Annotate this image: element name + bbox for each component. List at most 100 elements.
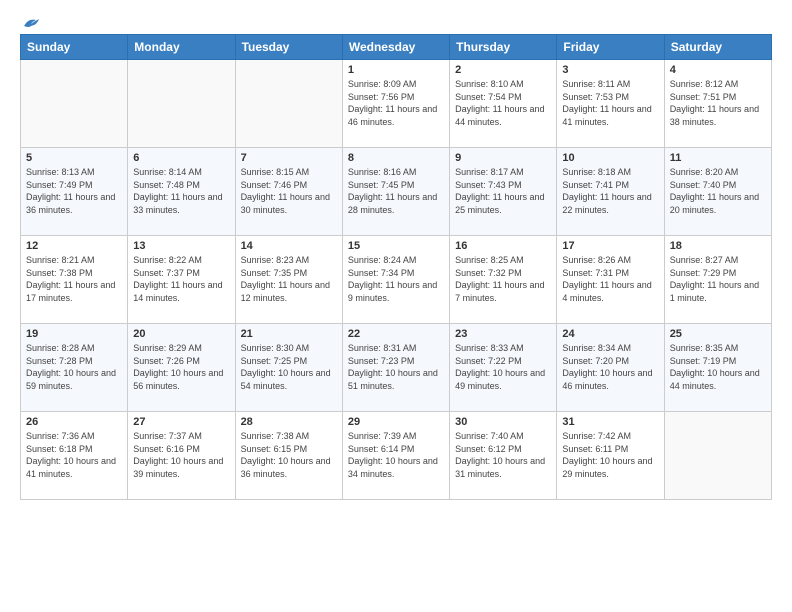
day-info: Sunrise: 8:29 AM Sunset: 7:26 PM Dayligh… (133, 342, 229, 392)
calendar-cell: 12 Sunrise: 8:21 AM Sunset: 7:38 PM Dayli… (21, 236, 128, 324)
day-info: Sunrise: 8:13 AM Sunset: 7:49 PM Dayligh… (26, 166, 122, 216)
day-number: 24 (562, 328, 658, 340)
day-number: 25 (670, 328, 766, 340)
day-info: Sunrise: 7:37 AM Sunset: 6:16 PM Dayligh… (133, 430, 229, 480)
day-info: Sunrise: 7:42 AM Sunset: 6:11 PM Dayligh… (562, 430, 658, 480)
day-number: 8 (348, 152, 444, 164)
day-number: 23 (455, 328, 551, 340)
day-number: 4 (670, 64, 766, 76)
calendar-cell: 24 Sunrise: 8:34 AM Sunset: 7:20 PM Dayli… (557, 324, 664, 412)
day-info: Sunrise: 8:30 AM Sunset: 7:25 PM Dayligh… (241, 342, 337, 392)
day-info: Sunrise: 8:28 AM Sunset: 7:28 PM Dayligh… (26, 342, 122, 392)
week-row-5: 26Sunrise: 7:36 AM Sunset: 6:18 PM Dayli… (21, 412, 772, 500)
day-info: Sunrise: 8:21 AM Sunset: 7:38 PM Dayligh… (26, 254, 122, 304)
day-number: 13 (133, 240, 229, 252)
calendar-cell: 18 Sunrise: 8:27 AM Sunset: 7:29 PM Dayli… (664, 236, 771, 324)
calendar-cell: 4 Sunrise: 8:12 AM Sunset: 7:51 PM Daylig… (664, 60, 771, 148)
day-number: 12 (26, 240, 122, 252)
weekday-header-saturday: Saturday (664, 35, 771, 60)
day-number: 14 (241, 240, 337, 252)
calendar-cell (128, 60, 235, 148)
day-info: Sunrise: 8:15 AM Sunset: 7:46 PM Dayligh… (241, 166, 337, 216)
calendar-cell: 2 Sunrise: 8:10 AM Sunset: 7:54 PM Daylig… (450, 60, 557, 148)
day-number: 21 (241, 328, 337, 340)
calendar-cell: 29Sunrise: 7:39 AM Sunset: 6:14 PM Dayli… (342, 412, 449, 500)
header (20, 16, 772, 28)
day-number: 6 (133, 152, 229, 164)
calendar-cell (235, 60, 342, 148)
day-info: Sunrise: 8:26 AM Sunset: 7:31 PM Dayligh… (562, 254, 658, 304)
weekday-header-wednesday: Wednesday (342, 35, 449, 60)
calendar-cell (21, 60, 128, 148)
day-number: 19 (26, 328, 122, 340)
day-info: Sunrise: 8:24 AM Sunset: 7:34 PM Dayligh… (348, 254, 444, 304)
day-info: Sunrise: 8:18 AM Sunset: 7:41 PM Dayligh… (562, 166, 658, 216)
day-number: 16 (455, 240, 551, 252)
day-info: Sunrise: 8:14 AM Sunset: 7:48 PM Dayligh… (133, 166, 229, 216)
calendar-cell: 20 Sunrise: 8:29 AM Sunset: 7:26 PM Dayli… (128, 324, 235, 412)
calendar-cell: 17 Sunrise: 8:26 AM Sunset: 7:31 PM Dayli… (557, 236, 664, 324)
day-info: Sunrise: 8:22 AM Sunset: 7:37 PM Dayligh… (133, 254, 229, 304)
weekday-header-row: SundayMondayTuesdayWednesdayThursdayFrid… (21, 35, 772, 60)
day-number: 17 (562, 240, 658, 252)
page: SundayMondayTuesdayWednesdayThursdayFrid… (0, 0, 792, 612)
logo (20, 16, 40, 28)
day-info: Sunrise: 8:34 AM Sunset: 7:20 PM Dayligh… (562, 342, 658, 392)
day-number: 28 (241, 416, 337, 428)
weekday-header-monday: Monday (128, 35, 235, 60)
calendar-cell: 30 Sunrise: 7:40 AM Sunset: 6:12 PM Dayli… (450, 412, 557, 500)
day-info: Sunrise: 7:40 AM Sunset: 6:12 PM Dayligh… (455, 430, 551, 480)
day-number: 5 (26, 152, 122, 164)
calendar-cell: 31 Sunrise: 7:42 AM Sunset: 6:11 PM Dayli… (557, 412, 664, 500)
day-info: Sunrise: 8:20 AM Sunset: 7:40 PM Dayligh… (670, 166, 766, 216)
calendar-cell: 1Sunrise: 8:09 AM Sunset: 7:56 PM Daylig… (342, 60, 449, 148)
day-info: Sunrise: 7:36 AM Sunset: 6:18 PM Dayligh… (26, 430, 122, 480)
calendar-cell: 21 Sunrise: 8:30 AM Sunset: 7:25 PM Dayli… (235, 324, 342, 412)
calendar-cell: 11 Sunrise: 8:20 AM Sunset: 7:40 PM Dayli… (664, 148, 771, 236)
day-number: 7 (241, 152, 337, 164)
day-number: 18 (670, 240, 766, 252)
calendar-cell: 19 Sunrise: 8:28 AM Sunset: 7:28 PM Dayli… (21, 324, 128, 412)
day-info: Sunrise: 7:38 AM Sunset: 6:15 PM Dayligh… (241, 430, 337, 480)
day-number: 3 (562, 64, 658, 76)
calendar-cell: 13 Sunrise: 8:22 AM Sunset: 7:37 PM Dayli… (128, 236, 235, 324)
day-info: Sunrise: 8:33 AM Sunset: 7:22 PM Dayligh… (455, 342, 551, 392)
day-info: Sunrise: 8:23 AM Sunset: 7:35 PM Dayligh… (241, 254, 337, 304)
day-number: 11 (670, 152, 766, 164)
weekday-header-thursday: Thursday (450, 35, 557, 60)
week-row-4: 19 Sunrise: 8:28 AM Sunset: 7:28 PM Dayli… (21, 324, 772, 412)
calendar-cell: 16 Sunrise: 8:25 AM Sunset: 7:32 PM Dayli… (450, 236, 557, 324)
day-number: 20 (133, 328, 229, 340)
day-info: Sunrise: 8:17 AM Sunset: 7:43 PM Dayligh… (455, 166, 551, 216)
weekday-header-sunday: Sunday (21, 35, 128, 60)
day-info: Sunrise: 8:35 AM Sunset: 7:19 PM Dayligh… (670, 342, 766, 392)
day-info: Sunrise: 8:27 AM Sunset: 7:29 PM Dayligh… (670, 254, 766, 304)
week-row-2: 5 Sunrise: 8:13 AM Sunset: 7:49 PM Daylig… (21, 148, 772, 236)
calendar-cell: 23 Sunrise: 8:33 AM Sunset: 7:22 PM Dayli… (450, 324, 557, 412)
calendar-cell: 26Sunrise: 7:36 AM Sunset: 6:18 PM Dayli… (21, 412, 128, 500)
day-info: Sunrise: 8:16 AM Sunset: 7:45 PM Dayligh… (348, 166, 444, 216)
day-number: 30 (455, 416, 551, 428)
day-info: Sunrise: 8:11 AM Sunset: 7:53 PM Dayligh… (562, 78, 658, 128)
day-info: Sunrise: 8:10 AM Sunset: 7:54 PM Dayligh… (455, 78, 551, 128)
day-info: Sunrise: 8:25 AM Sunset: 7:32 PM Dayligh… (455, 254, 551, 304)
calendar-cell: 25 Sunrise: 8:35 AM Sunset: 7:19 PM Dayli… (664, 324, 771, 412)
day-number: 22 (348, 328, 444, 340)
day-number: 29 (348, 416, 444, 428)
calendar-cell: 6 Sunrise: 8:14 AM Sunset: 7:48 PM Daylig… (128, 148, 235, 236)
day-number: 9 (455, 152, 551, 164)
calendar-cell: 3 Sunrise: 8:11 AM Sunset: 7:53 PM Daylig… (557, 60, 664, 148)
calendar-cell: 15 Sunrise: 8:24 AM Sunset: 7:34 PM Dayli… (342, 236, 449, 324)
logo-bird-icon (22, 16, 40, 30)
calendar-cell: 10 Sunrise: 8:18 AM Sunset: 7:41 PM Dayli… (557, 148, 664, 236)
day-number: 15 (348, 240, 444, 252)
day-number: 27 (133, 416, 229, 428)
day-number: 10 (562, 152, 658, 164)
day-info: Sunrise: 8:31 AM Sunset: 7:23 PM Dayligh… (348, 342, 444, 392)
day-info: Sunrise: 8:12 AM Sunset: 7:51 PM Dayligh… (670, 78, 766, 128)
calendar-cell: 14 Sunrise: 8:23 AM Sunset: 7:35 PM Dayli… (235, 236, 342, 324)
calendar-cell: 7 Sunrise: 8:15 AM Sunset: 7:46 PM Daylig… (235, 148, 342, 236)
day-number: 2 (455, 64, 551, 76)
calendar-cell: 28 Sunrise: 7:38 AM Sunset: 6:15 PM Dayli… (235, 412, 342, 500)
day-number: 31 (562, 416, 658, 428)
